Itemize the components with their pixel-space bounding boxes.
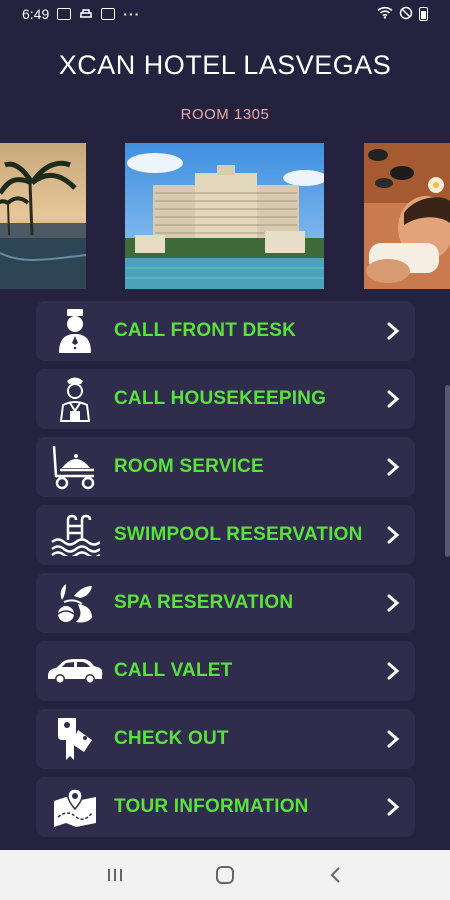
menu-label: ROOM SERVICE xyxy=(114,456,264,477)
home-icon xyxy=(216,866,234,884)
spa-massage-image[interactable] xyxy=(364,143,450,289)
chevron-right-icon xyxy=(387,730,400,748)
car-icon xyxy=(36,641,114,701)
swimming-pool-icon xyxy=(36,505,114,565)
chevron-right-icon xyxy=(387,458,400,476)
menu-item-swimpool-reservation[interactable]: SWIMPOOL RESERVATION xyxy=(36,505,415,565)
chevron-right-icon xyxy=(387,662,400,680)
chevron-right-icon xyxy=(387,526,400,544)
map-pin-icon xyxy=(36,777,114,837)
menu-label: SWIMPOOL RESERVATION xyxy=(114,524,363,545)
bellagio-hotel-image[interactable] xyxy=(125,143,324,289)
menu-item-call-valet[interactable]: CALL VALET xyxy=(36,641,415,701)
menu-item-room-service[interactable]: ROOM SERVICE xyxy=(36,437,415,497)
chevron-right-icon xyxy=(387,322,400,340)
back-button[interactable] xyxy=(315,860,355,890)
bellboy-icon xyxy=(36,301,114,361)
menu-label: TOUR INFORMATION xyxy=(114,796,309,817)
wifi-icon xyxy=(377,6,393,22)
gallery-notification-icon xyxy=(57,8,72,20)
home-button[interactable] xyxy=(205,860,245,890)
menu-item-check-out[interactable]: CHECK OUT xyxy=(36,709,415,769)
pool-resort-image[interactable] xyxy=(0,143,86,289)
room-number: ROOM 1305 xyxy=(180,106,270,123)
menu-item-call-housekeeping[interactable]: CALL HOUSEKEEPING xyxy=(36,369,415,429)
recent-apps-icon xyxy=(108,869,122,881)
key-tag-icon xyxy=(36,709,114,769)
chevron-right-icon xyxy=(387,798,400,816)
menu-item-spa-reservation[interactable]: SPA RESERVATION xyxy=(36,573,415,633)
menu-label: SPA RESERVATION xyxy=(114,592,294,613)
menu-item-call-front-desk[interactable]: CALL FRONT DESK xyxy=(36,301,415,361)
battery-icon xyxy=(419,7,428,21)
menu-item-tour-information[interactable]: TOUR INFORMATION xyxy=(36,777,415,837)
scrollbar[interactable] xyxy=(445,385,450,557)
do-not-disturb-icon xyxy=(399,6,413,23)
service-menu: CALL FRONT DESK CALL HOUSEKEEPING ROOM S… xyxy=(36,301,415,845)
image-carousel[interactable] xyxy=(0,143,450,289)
hotel-title: XCAN HOTEL LASVEGAS xyxy=(58,50,392,80)
menu-label: CALL FRONT DESK xyxy=(114,320,297,341)
menu-label: CALL HOUSEKEEPING xyxy=(114,388,327,409)
hotel-notification-icon xyxy=(79,6,93,22)
housekeeper-icon xyxy=(36,369,114,429)
recent-apps-button[interactable] xyxy=(95,860,135,890)
chevron-right-icon xyxy=(387,594,400,612)
menu-label: CHECK OUT xyxy=(114,728,229,749)
back-icon xyxy=(330,867,340,883)
menu-label: CALL VALET xyxy=(114,660,233,681)
room-service-cart-icon xyxy=(36,437,114,497)
chevron-right-icon xyxy=(387,390,400,408)
system-nav-bar xyxy=(0,850,450,900)
status-bar: 6:49 ··· xyxy=(0,0,450,28)
status-time: 6:49 xyxy=(22,6,50,22)
more-notifications-icon: ··· xyxy=(123,6,141,22)
spa-icon xyxy=(36,573,114,633)
image-notification-icon xyxy=(101,8,116,20)
